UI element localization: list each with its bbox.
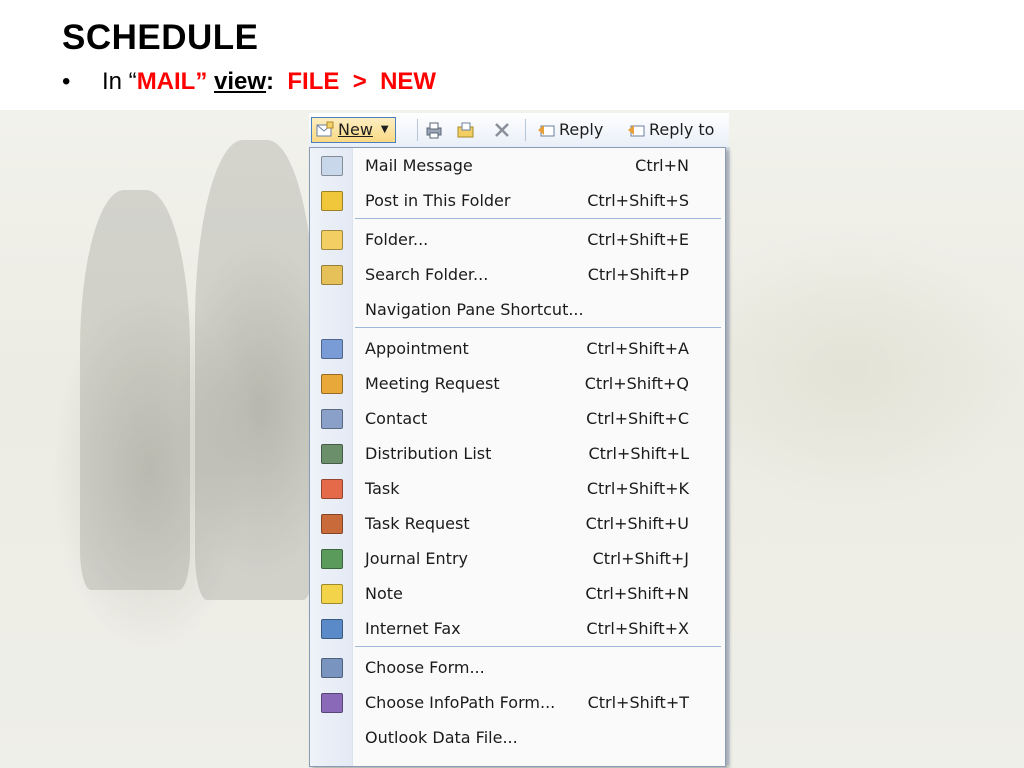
menu-item-label: Meeting Request <box>365 374 500 393</box>
menu-item-label: Choose InfoPath Form... <box>365 693 556 712</box>
menu-separator <box>355 646 721 647</box>
menu-item-shortcut: Ctrl+Shift+C <box>586 409 689 428</box>
distribution-list-icon <box>321 444 343 464</box>
menu-item-label: Contact <box>365 409 428 428</box>
menu-item-shortcut: Ctrl+Shift+T <box>587 693 689 712</box>
reply-button[interactable]: Reply <box>537 117 603 143</box>
menu-item-label: Navigation Pane Shortcut... <box>365 300 584 319</box>
menu-item-shortcut: Ctrl+Shift+L <box>588 444 689 463</box>
bullet-prefix: In “ <box>102 68 137 95</box>
fax-globe-icon <box>321 619 343 639</box>
contact-card-icon <box>321 409 343 429</box>
menu-item-shortcut: Ctrl+Shift+A <box>586 339 689 358</box>
folder-icon <box>321 230 343 250</box>
menu-item-shortcut: Ctrl+Shift+X <box>586 619 689 638</box>
new-mail-icon <box>316 121 334 139</box>
person-silhouette-right <box>195 140 315 600</box>
menu-item-shortcut: Ctrl+Shift+E <box>587 230 689 249</box>
menu-item-label: Internet Fax <box>365 619 461 638</box>
bullet-mail: MAIL” <box>136 68 208 95</box>
printer-icon <box>425 121 443 139</box>
menu-item[interactable]: Choose Form... <box>310 650 725 685</box>
menu-item[interactable]: Appointment Ctrl+Shift+A <box>310 331 725 366</box>
menu-item-shortcut: Ctrl+Shift+J <box>592 549 689 568</box>
menu-item[interactable]: Post in This Folder Ctrl+Shift+S <box>310 183 725 218</box>
menu-item[interactable]: Folder... Ctrl+Shift+E <box>310 222 725 257</box>
menu-item-label: Mail Message <box>365 156 473 175</box>
bullet-line: • In “MAIL” view: FILE > NEW <box>62 68 436 96</box>
move-folder-icon <box>457 121 475 139</box>
menu-item[interactable]: Choose InfoPath Form... Ctrl+Shift+T <box>310 685 725 720</box>
mail-message-icon <box>321 156 343 176</box>
new-button-label: New <box>338 120 373 139</box>
menu-item[interactable]: Task Request Ctrl+Shift+U <box>310 506 725 541</box>
outlook-toolbar: New ▼ Reply Reply to <box>309 113 729 148</box>
menu-item-label: Choose Form... <box>365 658 485 677</box>
menu-item-label: Task Request <box>365 514 470 533</box>
journal-icon <box>321 549 343 569</box>
menu-item-label: Distribution List <box>365 444 492 463</box>
form-icon <box>321 658 343 678</box>
menu-item[interactable]: Meeting Request Ctrl+Shift+Q <box>310 366 725 401</box>
menu-item-shortcut: Ctrl+N <box>635 156 689 175</box>
menu-item[interactable]: Distribution List Ctrl+Shift+L <box>310 436 725 471</box>
menu-item[interactable]: Mail Message Ctrl+N <box>310 148 725 183</box>
menu-item-shortcut: Ctrl+Shift+K <box>586 479 689 498</box>
menu-item-shortcut: Ctrl+Shift+P <box>587 265 689 284</box>
post-icon <box>321 191 343 211</box>
reply-to-label: Reply to <box>649 120 715 139</box>
task-icon <box>321 479 343 499</box>
bullet-dot: • <box>62 68 71 95</box>
menu-item[interactable]: Contact Ctrl+Shift+C <box>310 401 725 436</box>
menu-item-label: Journal Entry <box>365 549 468 568</box>
menu-item-shortcut: Ctrl+Shift+Q <box>584 374 689 393</box>
search-folder-icon <box>321 265 343 285</box>
bullet-path: FILE > NEW <box>287 68 437 95</box>
menu-item[interactable]: Search Folder... Ctrl+Shift+P <box>310 257 725 292</box>
infopath-icon <box>321 693 343 713</box>
menu-item[interactable]: Journal Entry Ctrl+Shift+J <box>310 541 725 576</box>
menu-item[interactable]: Task Ctrl+Shift+K <box>310 471 725 506</box>
toolbar-separator <box>417 119 418 141</box>
move-to-folder-button[interactable] <box>457 117 479 143</box>
bullet-view: view <box>214 68 267 95</box>
slide-title: SCHEDULE <box>62 18 259 57</box>
reply-to-all-button[interactable]: Reply to <box>627 117 714 143</box>
menu-item[interactable]: Note Ctrl+Shift+N <box>310 576 725 611</box>
new-dropdown-menu: Mail Message Ctrl+N Post in This Folder Ctr… <box>309 147 726 767</box>
bullet-colon: : <box>266 68 275 95</box>
reply-all-icon <box>627 121 645 139</box>
menu-item-shortcut: Ctrl+Shift+S <box>587 191 689 210</box>
delete-x-icon <box>493 121 511 139</box>
note-icon <box>321 584 343 604</box>
menu-item-label: Search Folder... <box>365 265 489 284</box>
calendar-icon <box>321 339 343 359</box>
menu-separator <box>355 327 721 328</box>
delete-button[interactable] <box>493 117 515 143</box>
reply-label: Reply <box>559 120 604 139</box>
person-silhouette-left <box>80 190 190 590</box>
menu-item[interactable]: Navigation Pane Shortcut... <box>310 292 725 327</box>
meeting-icon <box>321 374 343 394</box>
menu-item[interactable]: Internet Fax Ctrl+Shift+X <box>310 611 725 646</box>
menu-item-label: Folder... <box>365 230 429 249</box>
menu-separator <box>355 218 721 219</box>
toolbar-separator <box>525 119 526 141</box>
new-button[interactable]: New ▼ <box>311 117 396 143</box>
task-request-icon <box>321 514 343 534</box>
menu-item-label: Outlook Data File... <box>365 728 518 747</box>
menu-item-label: Post in This Folder <box>365 191 511 210</box>
menu-item-label: Note <box>365 584 403 603</box>
reply-icon <box>537 121 555 139</box>
menu-item-shortcut: Ctrl+Shift+U <box>585 514 689 533</box>
menu-item-shortcut: Ctrl+Shift+N <box>585 584 689 603</box>
menu-item-label: Appointment <box>365 339 469 358</box>
new-dropdown-arrow-icon[interactable]: ▼ <box>381 117 389 143</box>
menu-item-label: Task <box>365 479 400 498</box>
menu-item[interactable]: Outlook Data File... <box>310 720 725 755</box>
print-button[interactable] <box>425 117 447 143</box>
